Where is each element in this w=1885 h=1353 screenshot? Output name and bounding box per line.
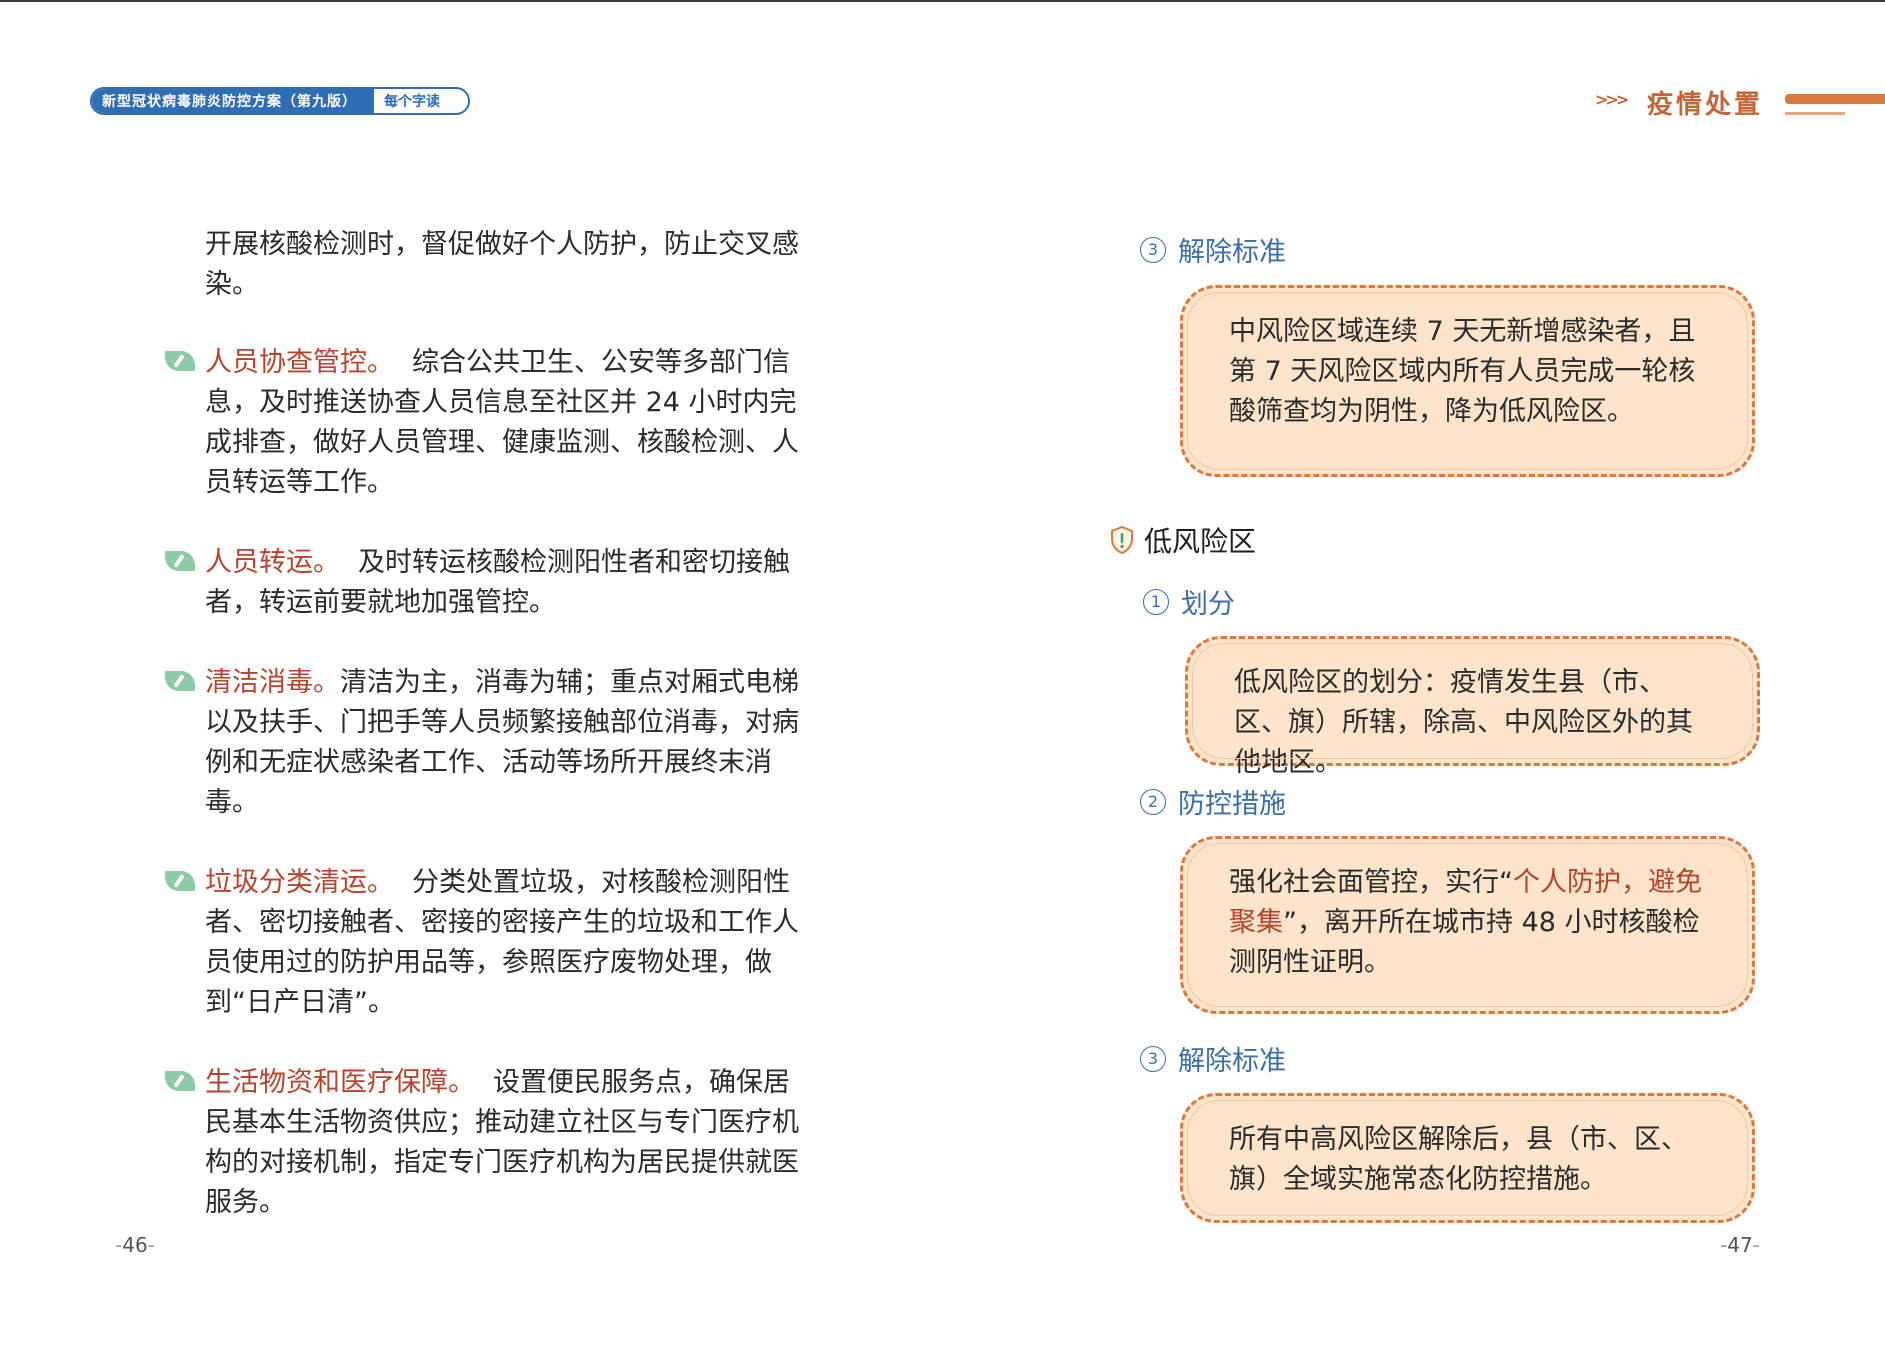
card-text-before: 强化社会面管控，实行“ bbox=[1229, 867, 1513, 898]
item-title: 生活物资和医疗保障。 bbox=[205, 1067, 475, 1098]
info-card: 中风险区域连续 7 天无新增感染者，且第 7 天风险区域内所有人员完成一轮核酸筛… bbox=[1180, 285, 1755, 477]
leaf-icon bbox=[165, 551, 195, 571]
left-page-content: 开展核酸检测时，督促做好个人防护，防止交叉感染。 人员协查管控。 综合公共卫生、公… bbox=[165, 225, 805, 1263]
item-title: 垃圾分类清运。 bbox=[205, 867, 394, 898]
circled-number: 3 bbox=[1140, 236, 1166, 263]
list-item: 清洁消毒。清洁为主，消毒为辅；重点对厢式电梯以及扶手、门把手等人员频繁接触部位消… bbox=[165, 663, 805, 823]
leaf-icon bbox=[165, 671, 195, 691]
leaf-icon bbox=[165, 871, 195, 891]
header-accent-line bbox=[1785, 112, 1845, 115]
info-card: 低风险区的划分：疫情发生县（市、区、旗）所辖，除高、中风险区外的其他地区。 bbox=[1185, 636, 1760, 778]
info-card: 所有中高风险区解除后，县（市、区、旗）全域实施常态化防控措施。 bbox=[1180, 1093, 1755, 1223]
page-number-left: -46- bbox=[115, 1233, 155, 1257]
subheading-label: 划分 bbox=[1181, 589, 1235, 620]
section-heading-low-risk: 低风险区 bbox=[1110, 520, 1256, 560]
card-text-after: ”，离开所在城市持 48 小时核酸检测阴性证明。 bbox=[1229, 907, 1700, 978]
circled-number: 3 bbox=[1140, 1045, 1166, 1072]
chevron-arrows-icon: >>> bbox=[1595, 90, 1629, 109]
header-accent-bar bbox=[1785, 94, 1885, 104]
list-item: 生活物资和医疗保障。 设置便民服务点，确保居民基本生活物资供应；推动建立社区与专门… bbox=[165, 1063, 805, 1223]
section-heading-label: 低风险区 bbox=[1144, 525, 1257, 558]
top-rule bbox=[0, 0, 1885, 2]
subheading-release-criteria: 3 解除标准 bbox=[1140, 1039, 1286, 1078]
item-title: 清洁消毒。 bbox=[205, 667, 340, 698]
card-text: 所有中高风险区解除后，县（市、区、旗）全域实施常态化防控措施。 bbox=[1229, 1124, 1688, 1195]
card-text: 中风险区域连续 7 天无新增感染者，且第 7 天风险区域内所有人员完成一轮核酸筛… bbox=[1229, 316, 1696, 427]
shield-alert-icon bbox=[1111, 526, 1133, 554]
card-text: 低风险区的划分：疫情发生县（市、区、旗）所辖，除高、中风险区外的其他地区。 bbox=[1234, 667, 1693, 778]
subheading-label: 防控措施 bbox=[1178, 789, 1286, 820]
subheading-measures: 2 防控措施 bbox=[1140, 782, 1286, 821]
intro-paragraph: 开展核酸检测时，督促做好个人防护，防止交叉感染。 bbox=[205, 229, 799, 300]
leaf-icon bbox=[165, 1071, 195, 1091]
circled-number: 1 bbox=[1143, 588, 1169, 615]
subheading-release-criteria: 3 解除标准 bbox=[1140, 230, 1286, 269]
subheading-division: 1 划分 bbox=[1143, 582, 1235, 621]
circled-number: 2 bbox=[1140, 788, 1166, 815]
list-item: 人员转运。 及时转运核酸检测阳性者和密切接触者，转运前要就地加强管控。 bbox=[165, 543, 805, 623]
item-title: 人员协查管控。 bbox=[205, 347, 394, 378]
page-number-right: -47- bbox=[1720, 1233, 1760, 1257]
section-header: >>> 疫情处置 bbox=[1595, 80, 1885, 124]
section-title: 疫情处置 bbox=[1647, 90, 1764, 120]
item-title: 人员转运。 bbox=[205, 547, 340, 578]
subheading-label: 解除标准 bbox=[1178, 237, 1286, 268]
list-item: 垃圾分类清运。 分类处置垃圾，对核酸检测阳性者、密切接触者、密接的密接产生的垃圾和… bbox=[165, 863, 805, 1023]
book-title: 新型冠状病毒肺炎防控方案（第九版） bbox=[92, 89, 374, 113]
book-tag: 每个字读 bbox=[384, 94, 440, 110]
book-title-badge: 新型冠状病毒肺炎防控方案（第九版） 每个字读 bbox=[90, 87, 470, 115]
info-card: 强化社会面管控，实行“个人防护，避免聚集”，离开所在城市持 48 小时核酸检测阴… bbox=[1180, 836, 1755, 1014]
list-item: 人员协查管控。 综合公共卫生、公安等多部门信息，及时推送协查人员信息至社区并 24… bbox=[165, 343, 805, 503]
subheading-label: 解除标准 bbox=[1178, 1046, 1286, 1077]
leaf-icon bbox=[165, 351, 195, 371]
